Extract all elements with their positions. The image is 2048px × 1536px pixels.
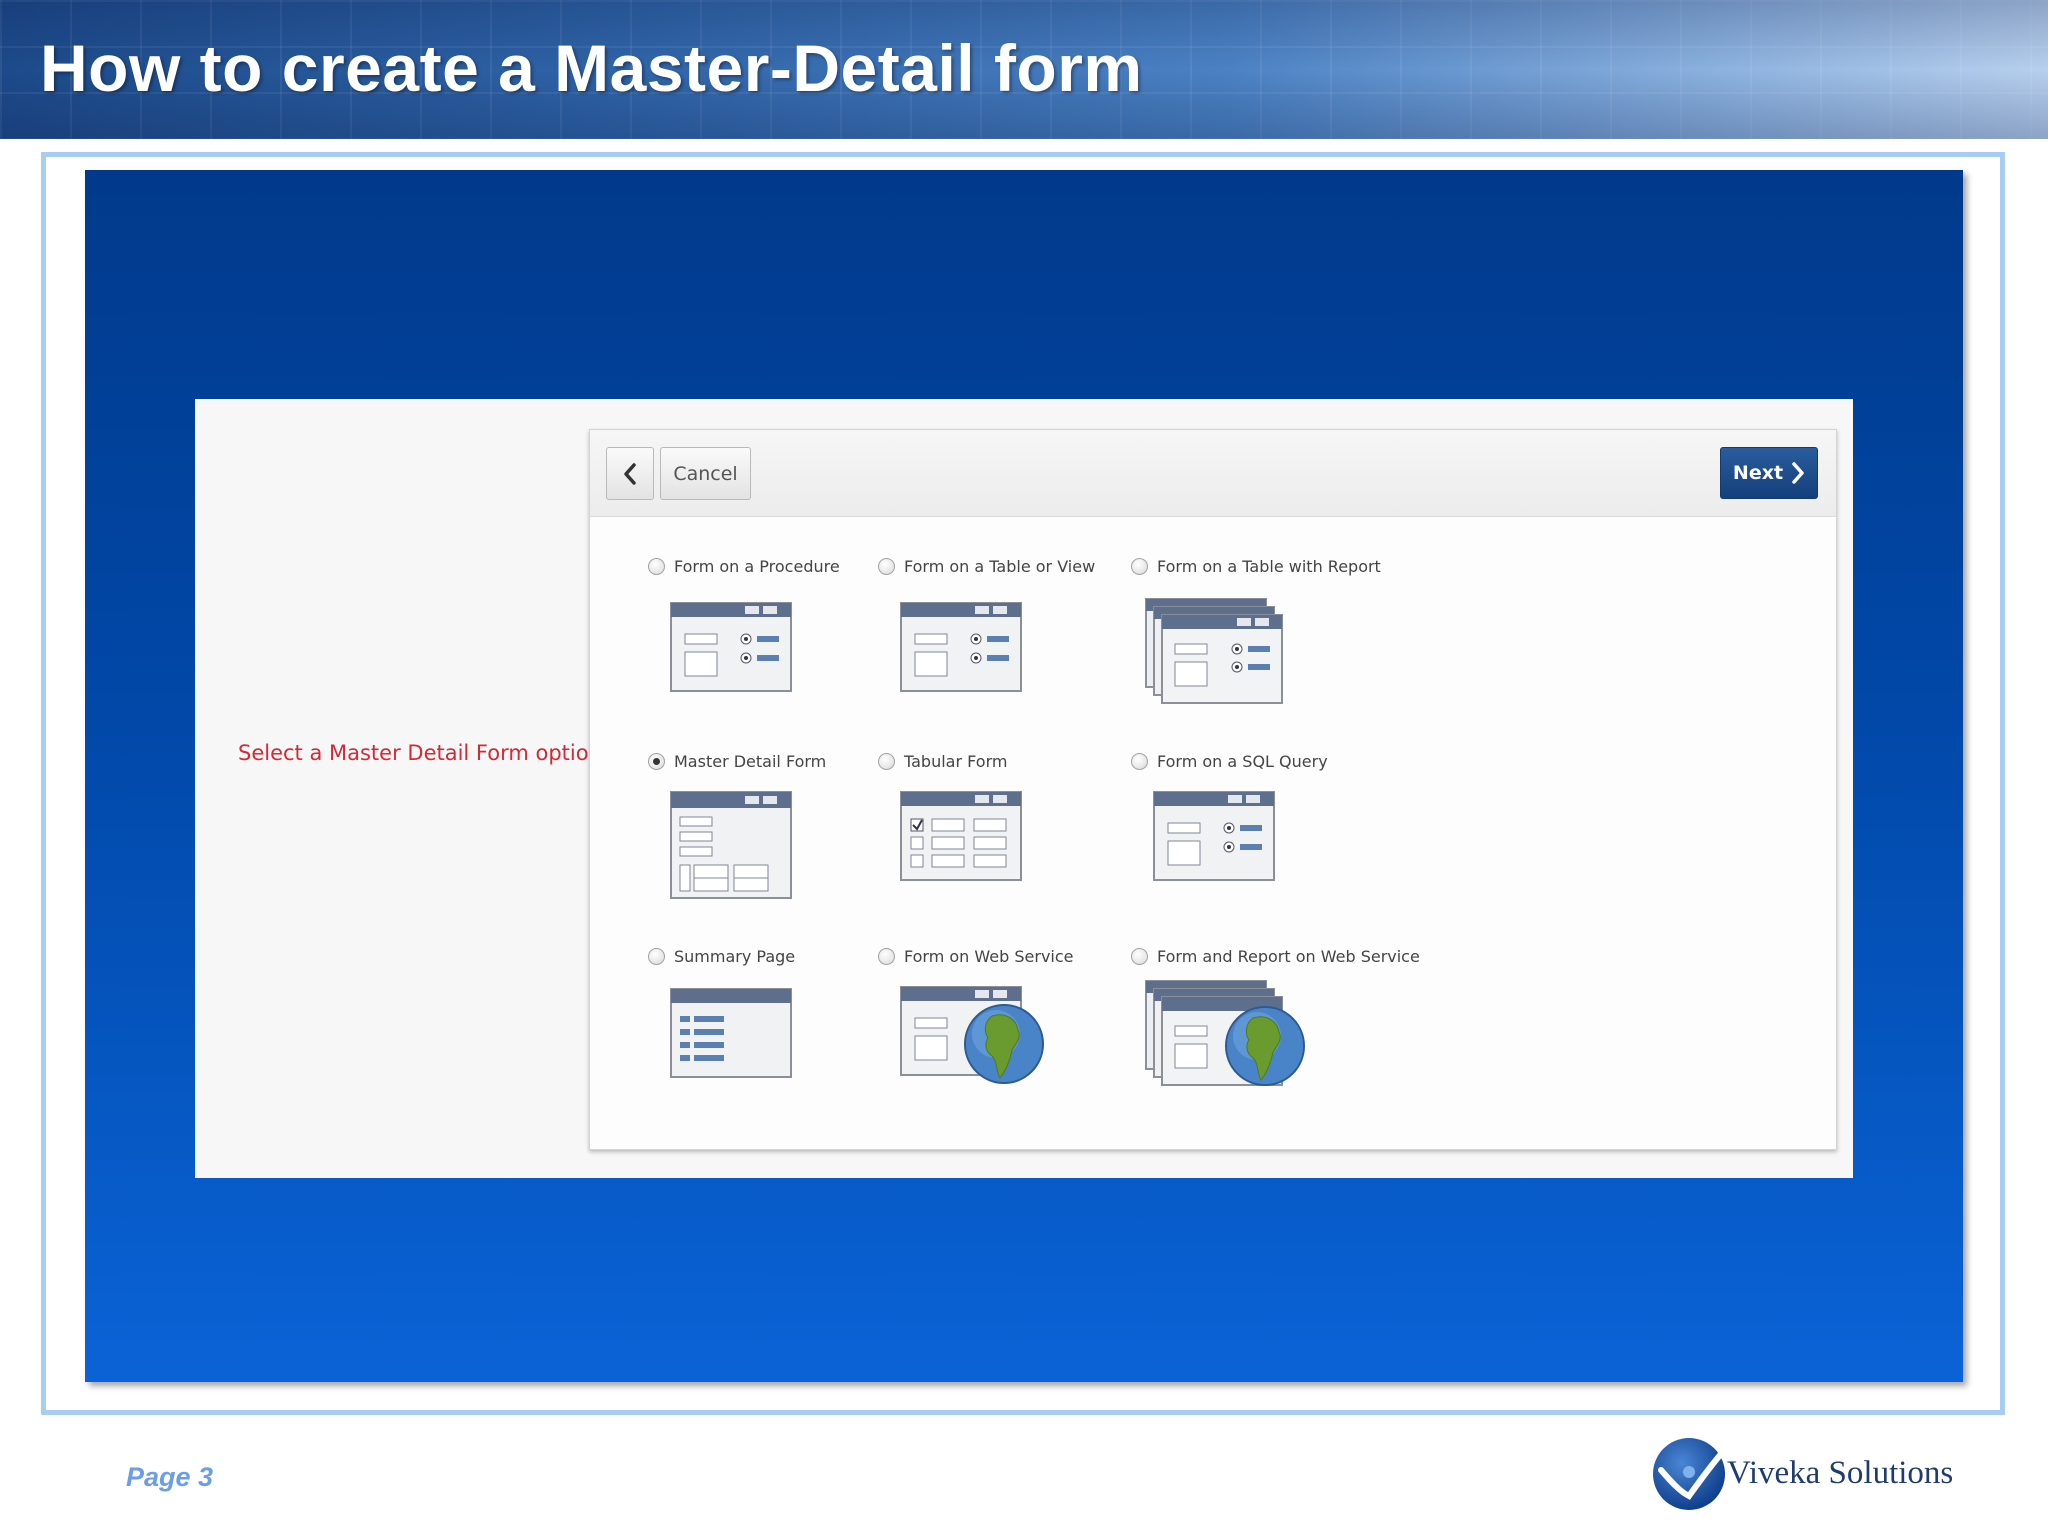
web-service-form-icon (900, 986, 1044, 1084)
cancel-button[interactable]: Cancel (660, 447, 751, 500)
form-report-icon (1145, 598, 1283, 704)
radio-button[interactable] (1131, 558, 1148, 575)
web-service-report-icon (1145, 980, 1305, 1086)
master-detail-icon (670, 791, 792, 899)
radio-button[interactable] (878, 558, 895, 575)
radio-button[interactable] (878, 753, 895, 770)
page-number: Page 3 (126, 1462, 214, 1492)
radio-button[interactable] (648, 558, 665, 575)
brand-name: Viveka Solutions (1727, 1455, 1954, 1491)
slide-title: How to create a Master-Detail form (40, 31, 1143, 105)
chevron-left-icon (624, 462, 636, 485)
next-button-label: Next (1732, 462, 1784, 484)
form-icon (1153, 791, 1275, 881)
create-page-wizard: Cancel Next Form on a Procedure Form on … (589, 429, 1837, 1150)
back-button[interactable] (606, 447, 654, 500)
slide-header: How to create a Master-Detail form (0, 0, 2048, 139)
form-icon (900, 602, 1022, 692)
radio-button-selected[interactable] (648, 753, 665, 770)
next-button[interactable]: Next (1720, 447, 1818, 499)
tabular-form-icon (900, 791, 1022, 881)
radio-button[interactable] (1131, 753, 1148, 770)
instruction-callout: Select a Master Detail Form option (238, 741, 602, 765)
chevron-right-icon (1792, 462, 1804, 484)
form-icon (670, 602, 792, 692)
summary-page-icon (670, 988, 792, 1078)
radio-button[interactable] (1131, 948, 1148, 965)
radio-button[interactable] (648, 948, 665, 965)
viveka-logo-icon (1653, 1438, 1725, 1510)
radio-button[interactable] (878, 948, 895, 965)
wizard-toolbar: Cancel Next (590, 430, 1836, 517)
